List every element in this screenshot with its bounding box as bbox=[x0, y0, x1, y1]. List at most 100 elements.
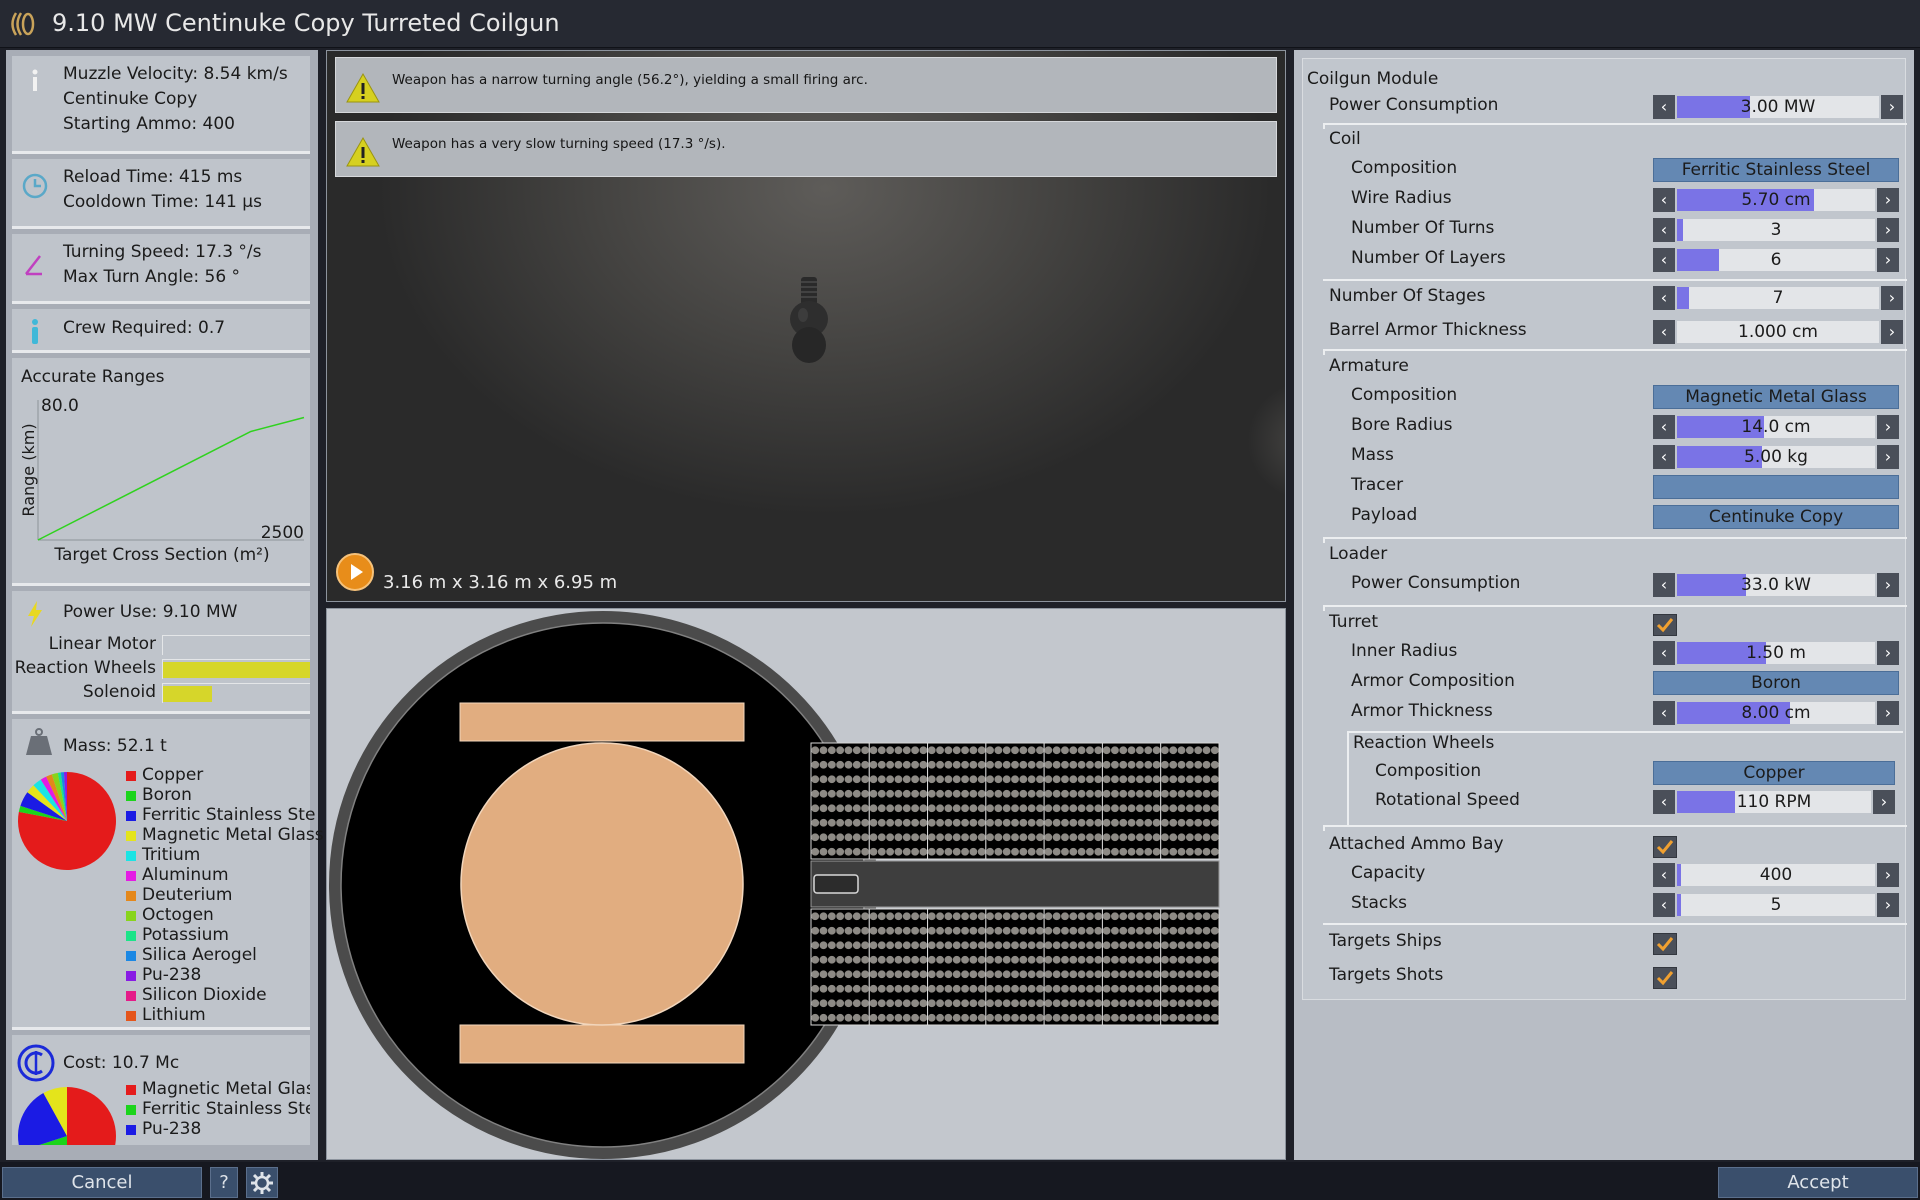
decrease-button[interactable]: ‹ bbox=[1653, 790, 1675, 814]
starting-ammo: Starting Ammo: 400 bbox=[63, 114, 235, 134]
increase-button[interactable]: › bbox=[1877, 218, 1899, 242]
ammo-name: Centinuke Copy bbox=[63, 89, 198, 109]
barrel-armor-thickness-label: Barrel Armor Thickness bbox=[1329, 320, 1527, 340]
legend-label: Pu-238 bbox=[142, 1119, 202, 1139]
rotational-speed-stepper[interactable]: ‹ 110 RPM › bbox=[1653, 790, 1895, 814]
increase-button[interactable]: › bbox=[1881, 320, 1903, 344]
barrel-armor-thickness-stepper[interactable]: ‹ 1.000 cm › bbox=[1653, 320, 1903, 344]
decrease-button[interactable]: ‹ bbox=[1653, 320, 1675, 344]
settings-button[interactable] bbox=[246, 1167, 278, 1198]
cancel-button[interactable]: Cancel bbox=[2, 1167, 202, 1198]
tracer-label: Tracer bbox=[1351, 475, 1404, 495]
increase-button[interactable]: › bbox=[1881, 286, 1903, 310]
reaction-wheels-composition-dropdown[interactable]: Copper bbox=[1653, 761, 1895, 785]
range-series-line bbox=[37, 416, 305, 541]
coil-composition-dropdown[interactable]: Ferritic Stainless Steel bbox=[1653, 158, 1899, 182]
turning-stats-card: Turning Speed: 17.3 °/s Max Turn Angle: … bbox=[12, 234, 310, 304]
increase-button[interactable]: › bbox=[1873, 790, 1895, 814]
power-bar-track bbox=[162, 659, 310, 679]
payload-dropdown[interactable]: Centinuke Copy bbox=[1653, 505, 1899, 529]
legend-label: Potassium bbox=[142, 925, 229, 945]
power-consumption-stepper[interactable]: ‹ 3.00 MW › bbox=[1653, 95, 1903, 119]
legend-label: Silicon Dioxide bbox=[142, 985, 267, 1005]
wire-radius-stepper[interactable]: ‹ 5.70 cm › bbox=[1653, 188, 1899, 212]
bottom-bar: Cancel ? Accept bbox=[0, 1162, 1920, 1200]
inner-radius-stepper[interactable]: ‹ 1.50 m › bbox=[1653, 641, 1899, 665]
3d-viewport[interactable]: Weapon has a narrow turning angle (56.2°… bbox=[326, 50, 1286, 602]
power-use: Power Use: 9.10 MW bbox=[63, 602, 238, 622]
stacks-label: Stacks bbox=[1351, 893, 1407, 913]
ammo-bay-checkbox[interactable] bbox=[1653, 836, 1677, 858]
bore-radius-stepper[interactable]: ‹ 14.0 cm › bbox=[1653, 415, 1899, 439]
targets-ships-checkbox[interactable] bbox=[1653, 933, 1677, 955]
increase-button[interactable]: › bbox=[1877, 641, 1899, 665]
checkmark-icon bbox=[1656, 840, 1674, 855]
decrease-button[interactable]: ‹ bbox=[1653, 248, 1675, 272]
decrease-button[interactable]: ‹ bbox=[1653, 95, 1675, 119]
targets-shots-label: Targets Shots bbox=[1329, 965, 1444, 985]
legend-label: Ferritic Stainless Ste bbox=[142, 805, 316, 825]
legend-swatch bbox=[126, 771, 136, 781]
decrease-button[interactable]: ‹ bbox=[1653, 445, 1675, 469]
increase-button[interactable]: › bbox=[1877, 863, 1899, 887]
play-animation-button[interactable] bbox=[336, 553, 374, 591]
weight-icon bbox=[26, 728, 52, 755]
number-of-turns-label: Number Of Turns bbox=[1351, 218, 1495, 238]
cost-card: Cost: 10.7 Mc Magnetic Metal Glass Ferrit… bbox=[12, 1035, 310, 1145]
clock-icon bbox=[22, 173, 48, 199]
loader-power-consumption-stepper[interactable]: ‹ 33.0 kW › bbox=[1653, 573, 1899, 597]
stats-panel: Muzzle Velocity: 8.54 km/s Centinuke Cop… bbox=[6, 50, 324, 1160]
increase-button[interactable]: › bbox=[1877, 188, 1899, 212]
legend-swatch bbox=[126, 891, 136, 901]
decrease-button[interactable]: ‹ bbox=[1653, 286, 1675, 310]
increase-button[interactable]: › bbox=[1877, 893, 1899, 917]
x-max-label: 2500 bbox=[261, 523, 304, 543]
increase-button[interactable]: › bbox=[1877, 445, 1899, 469]
stepper-value: 3 bbox=[1770, 220, 1782, 240]
coilgun-module-box: Coilgun Module Power Consumption ‹ 3.00 … bbox=[1302, 58, 1907, 1000]
armor-composition-label: Armor Composition bbox=[1351, 671, 1515, 691]
decrease-button[interactable]: ‹ bbox=[1653, 863, 1675, 887]
decrease-button[interactable]: ‹ bbox=[1653, 188, 1675, 212]
decrease-button[interactable]: ‹ bbox=[1653, 415, 1675, 439]
increase-button[interactable]: › bbox=[1877, 248, 1899, 272]
legend-swatch bbox=[126, 971, 136, 981]
decrease-button[interactable]: ‹ bbox=[1653, 573, 1675, 597]
legend-label: Deuterium bbox=[142, 885, 233, 905]
stepper-value: 110 RPM bbox=[1736, 792, 1812, 812]
decrease-button[interactable]: ‹ bbox=[1653, 893, 1675, 917]
increase-button[interactable]: › bbox=[1877, 415, 1899, 439]
decrease-button[interactable]: ‹ bbox=[1653, 701, 1675, 725]
turret-checkbox[interactable] bbox=[1653, 614, 1677, 636]
power-card: Power Use: 9.10 MW Linear Motor Reaction … bbox=[12, 591, 310, 714]
armor-thickness-stepper[interactable]: ‹ 8.00 cm › bbox=[1653, 701, 1899, 725]
crew-person-icon bbox=[32, 319, 38, 344]
increase-button[interactable]: › bbox=[1877, 573, 1899, 597]
number-of-layers-stepper[interactable]: ‹ 6 › bbox=[1653, 248, 1899, 272]
window-title: 9.10 MW Centinuke Copy Turreted Coilgun bbox=[52, 9, 560, 37]
warning-triangle-icon bbox=[346, 72, 380, 103]
power-bar-fill bbox=[163, 662, 310, 678]
number-of-stages-stepper[interactable]: ‹ 7 › bbox=[1653, 286, 1903, 310]
tracer-dropdown[interactable] bbox=[1653, 475, 1899, 499]
warning-triangle-icon bbox=[346, 136, 380, 167]
decrease-button[interactable]: ‹ bbox=[1653, 641, 1675, 665]
armature-mass-stepper[interactable]: ‹ 5.00 kg › bbox=[1653, 445, 1899, 469]
range-chart-heading: Accurate Ranges bbox=[21, 367, 165, 387]
targets-shots-checkbox[interactable] bbox=[1653, 967, 1677, 989]
number-of-layers-label: Number Of Layers bbox=[1351, 248, 1506, 268]
power-bar-label: Linear Motor bbox=[48, 634, 156, 654]
increase-button[interactable]: › bbox=[1881, 95, 1903, 119]
help-button[interactable]: ? bbox=[210, 1167, 238, 1198]
capacity-stepper[interactable]: ‹ 400 › bbox=[1653, 863, 1899, 887]
armature-composition-dropdown[interactable]: Magnetic Metal Glass bbox=[1653, 385, 1899, 409]
increase-button[interactable]: › bbox=[1877, 701, 1899, 725]
lightning-icon bbox=[28, 601, 42, 627]
number-of-turns-stepper[interactable]: ‹ 3 › bbox=[1653, 218, 1899, 242]
stacks-stepper[interactable]: ‹ 5 › bbox=[1653, 893, 1899, 917]
armor-composition-dropdown[interactable]: Boron bbox=[1653, 671, 1899, 695]
decrease-button[interactable]: ‹ bbox=[1653, 218, 1675, 242]
accept-button[interactable]: Accept bbox=[1718, 1167, 1918, 1198]
y-max-label: 80.0 bbox=[41, 396, 79, 416]
warning-turning-speed: Weapon has a very slow turning speed (17… bbox=[335, 121, 1277, 177]
